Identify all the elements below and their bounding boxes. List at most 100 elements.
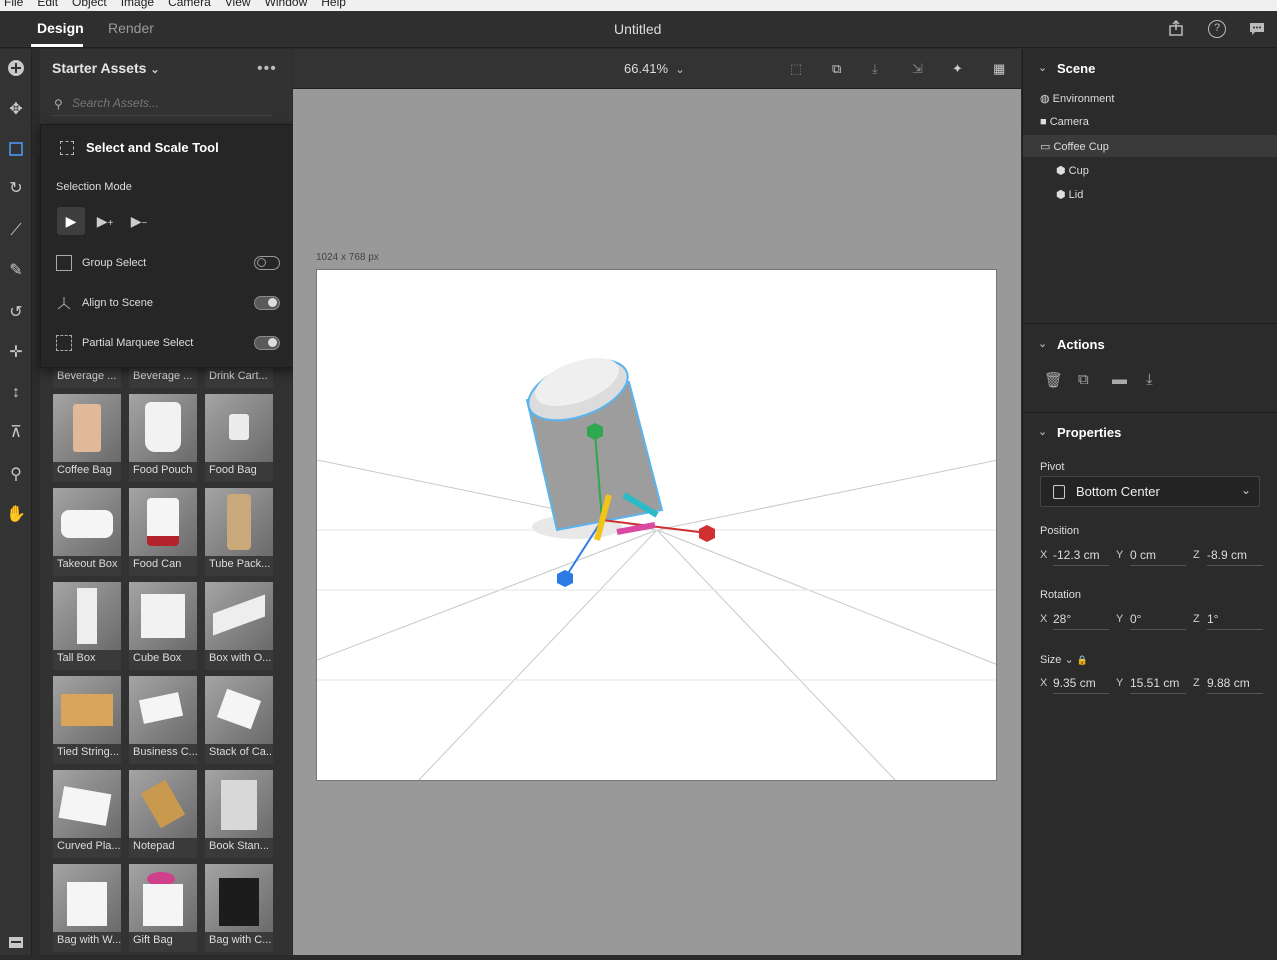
asset-label: Bag with W... [57, 934, 121, 946]
zoom-icon[interactable]: ⚲ [5, 464, 27, 486]
model-icon: ⬢ [1056, 165, 1066, 177]
asset-tile[interactable]: Food Bag [205, 394, 273, 482]
lock-icon[interactable]: 🔒 [1077, 655, 1088, 665]
select-mode-subtract-icon[interactable]: ▶− [125, 207, 153, 235]
rotation-z-field[interactable]: 1° [1207, 612, 1263, 630]
asset-label: Stack of Ca... [209, 746, 273, 758]
asset-tile[interactable]: Bag with W... [53, 864, 121, 952]
scene-item-lid[interactable]: ⬢ Lid [1056, 188, 1083, 201]
help-icon[interactable]: ? [1208, 20, 1226, 38]
asset-tile[interactable]: Curved Pla... [53, 770, 121, 858]
scene-section-title[interactable]: Scene [1057, 61, 1095, 76]
properties-section-title[interactable]: Properties [1057, 425, 1121, 440]
pivot-icon [1053, 485, 1065, 499]
orbit-tool-icon[interactable]: ↺ [5, 302, 27, 324]
group-folder-icon[interactable]: ▬ [1112, 371, 1130, 389]
pan-tool-icon[interactable]: ✛ [5, 342, 27, 364]
select-mode-add-icon[interactable]: ▶+ [91, 207, 119, 235]
asset-tile[interactable]: Business C... [129, 676, 197, 764]
select-scale-tool-icon[interactable] [5, 138, 27, 160]
more-options-icon[interactable]: ••• [257, 60, 277, 78]
group-select-toggle[interactable] [254, 256, 280, 270]
partial-marquee-toggle[interactable] [254, 336, 280, 350]
chevron-down-icon[interactable]: ⌄ [1064, 654, 1073, 666]
drop-to-ground-icon[interactable]: ⤓ [872, 61, 888, 77]
dolly-tool-icon[interactable]: ↕ [5, 382, 27, 404]
duplicate-icon[interactable]: ⧉ [1078, 371, 1096, 389]
asset-tile[interactable]: Notepad [129, 770, 197, 858]
position-x-field[interactable]: -12.3 cm [1053, 548, 1109, 566]
frame-selection-icon[interactable]: ⬚ [790, 61, 806, 77]
chevron-down-icon[interactable]: ⌄ [1038, 61, 1047, 74]
delete-icon[interactable]: 🗑 [1044, 371, 1063, 389]
menu-file[interactable]: File [4, 0, 23, 9]
menu-edit[interactable]: Edit [37, 0, 58, 9]
scene-item-cup[interactable]: ⬢ Cup [1056, 164, 1089, 177]
fit-artboard-icon[interactable]: ⧉ [832, 61, 848, 77]
asset-tile[interactable]: Cube Box [129, 582, 197, 670]
zoom-level[interactable]: 66.41% ⌄ [624, 61, 685, 76]
align-to-scene-toggle[interactable] [254, 296, 280, 310]
drop-to-ground-action-icon[interactable]: ⤓ [1146, 371, 1164, 389]
hand-tool-icon[interactable]: ✋ [5, 504, 27, 526]
folder-icon: ▭ [1040, 141, 1051, 153]
asset-tile[interactable]: Food Can [129, 488, 197, 576]
asset-tile[interactable]: Box with O... [205, 582, 273, 670]
position-z-field[interactable]: -8.9 cm [1207, 548, 1263, 566]
chevron-down-icon[interactable]: ⌄ [1038, 337, 1047, 350]
globe-icon: ◍ [1040, 93, 1050, 105]
rotate-tool-icon[interactable]: ↻ [5, 178, 27, 200]
tab-render[interactable]: Render [108, 20, 154, 36]
menu-object[interactable]: Object [72, 0, 107, 9]
add-icon[interactable] [5, 57, 27, 79]
asset-tile[interactable]: Book Stan... [205, 770, 273, 858]
scene-item-coffee-cup[interactable]: ▭ Coffee Cup [1040, 140, 1109, 153]
scene-item-camera[interactable]: ■ Camera [1040, 116, 1089, 128]
menu-camera[interactable]: Camera [168, 0, 211, 9]
size-x-field[interactable]: 9.35 cm [1053, 676, 1109, 694]
layers-toggle-icon[interactable] [5, 931, 27, 953]
menu-view[interactable]: View [225, 0, 251, 9]
scene-item-label: Lid [1068, 189, 1084, 201]
asset-tile[interactable]: Takeout Box [53, 488, 121, 576]
align-to-scene-icon [56, 295, 72, 311]
search-input[interactable]: Search Assets... [52, 92, 272, 116]
rotation-x-field[interactable]: 28° [1053, 612, 1109, 630]
feedback-icon[interactable] [1249, 21, 1265, 37]
actions-section-title[interactable]: Actions [1057, 337, 1105, 352]
share-icon[interactable] [1168, 19, 1184, 36]
pivot-dropdown[interactable]: Bottom Center ⌄ [1040, 476, 1260, 507]
tab-design[interactable]: Design [37, 20, 84, 36]
asset-label: Tube Pack... [209, 558, 271, 570]
horizon-tool-icon[interactable]: ⊼ [5, 422, 27, 444]
size-y-field[interactable]: 15.51 cm [1130, 676, 1186, 694]
position-y-field[interactable]: 0 cm [1130, 548, 1186, 566]
menu-image[interactable]: Image [121, 0, 154, 9]
asset-tile[interactable]: Coffee Bag [53, 394, 121, 482]
align-object-icon[interactable]: ⇲ [912, 61, 928, 77]
magic-wand-icon[interactable]: ⟋ [5, 220, 27, 242]
asset-tile[interactable]: Stack of Ca... [205, 676, 273, 764]
asset-tile[interactable]: Tube Pack... [205, 488, 273, 576]
move-tool-icon[interactable]: ✥ [5, 99, 27, 121]
rotation-y-field[interactable]: 0° [1130, 612, 1186, 630]
select-mode-new-icon[interactable]: ▶ [57, 207, 85, 235]
axis-z-label: Z [1193, 549, 1200, 561]
scene-item-environment[interactable]: ◍ Environment [1040, 92, 1114, 105]
chevron-down-icon: ⌄ [150, 64, 160, 76]
asset-tile[interactable]: Gift Bag [129, 864, 197, 952]
render-preview-icon[interactable]: ▦ [993, 61, 1009, 77]
chevron-down-icon[interactable]: ⌄ [1038, 425, 1047, 438]
auto-place-icon[interactable]: ✦ [952, 61, 968, 77]
asset-tile[interactable]: Food Pouch [129, 394, 197, 482]
menu-window[interactable]: Window [265, 0, 308, 9]
size-z-field[interactable]: 9.88 cm [1207, 676, 1263, 694]
asset-tile[interactable]: Tied String... [53, 676, 121, 764]
eyedropper-icon[interactable]: ✎ [5, 260, 27, 282]
asset-tile[interactable]: Bag with C... [205, 864, 273, 952]
group-select-icon [56, 255, 72, 271]
assets-title[interactable]: Starter Assets ⌄ [52, 60, 160, 76]
asset-tile[interactable]: Tall Box [53, 582, 121, 670]
menu-help[interactable]: Help [321, 0, 346, 9]
artboard[interactable] [316, 269, 997, 781]
